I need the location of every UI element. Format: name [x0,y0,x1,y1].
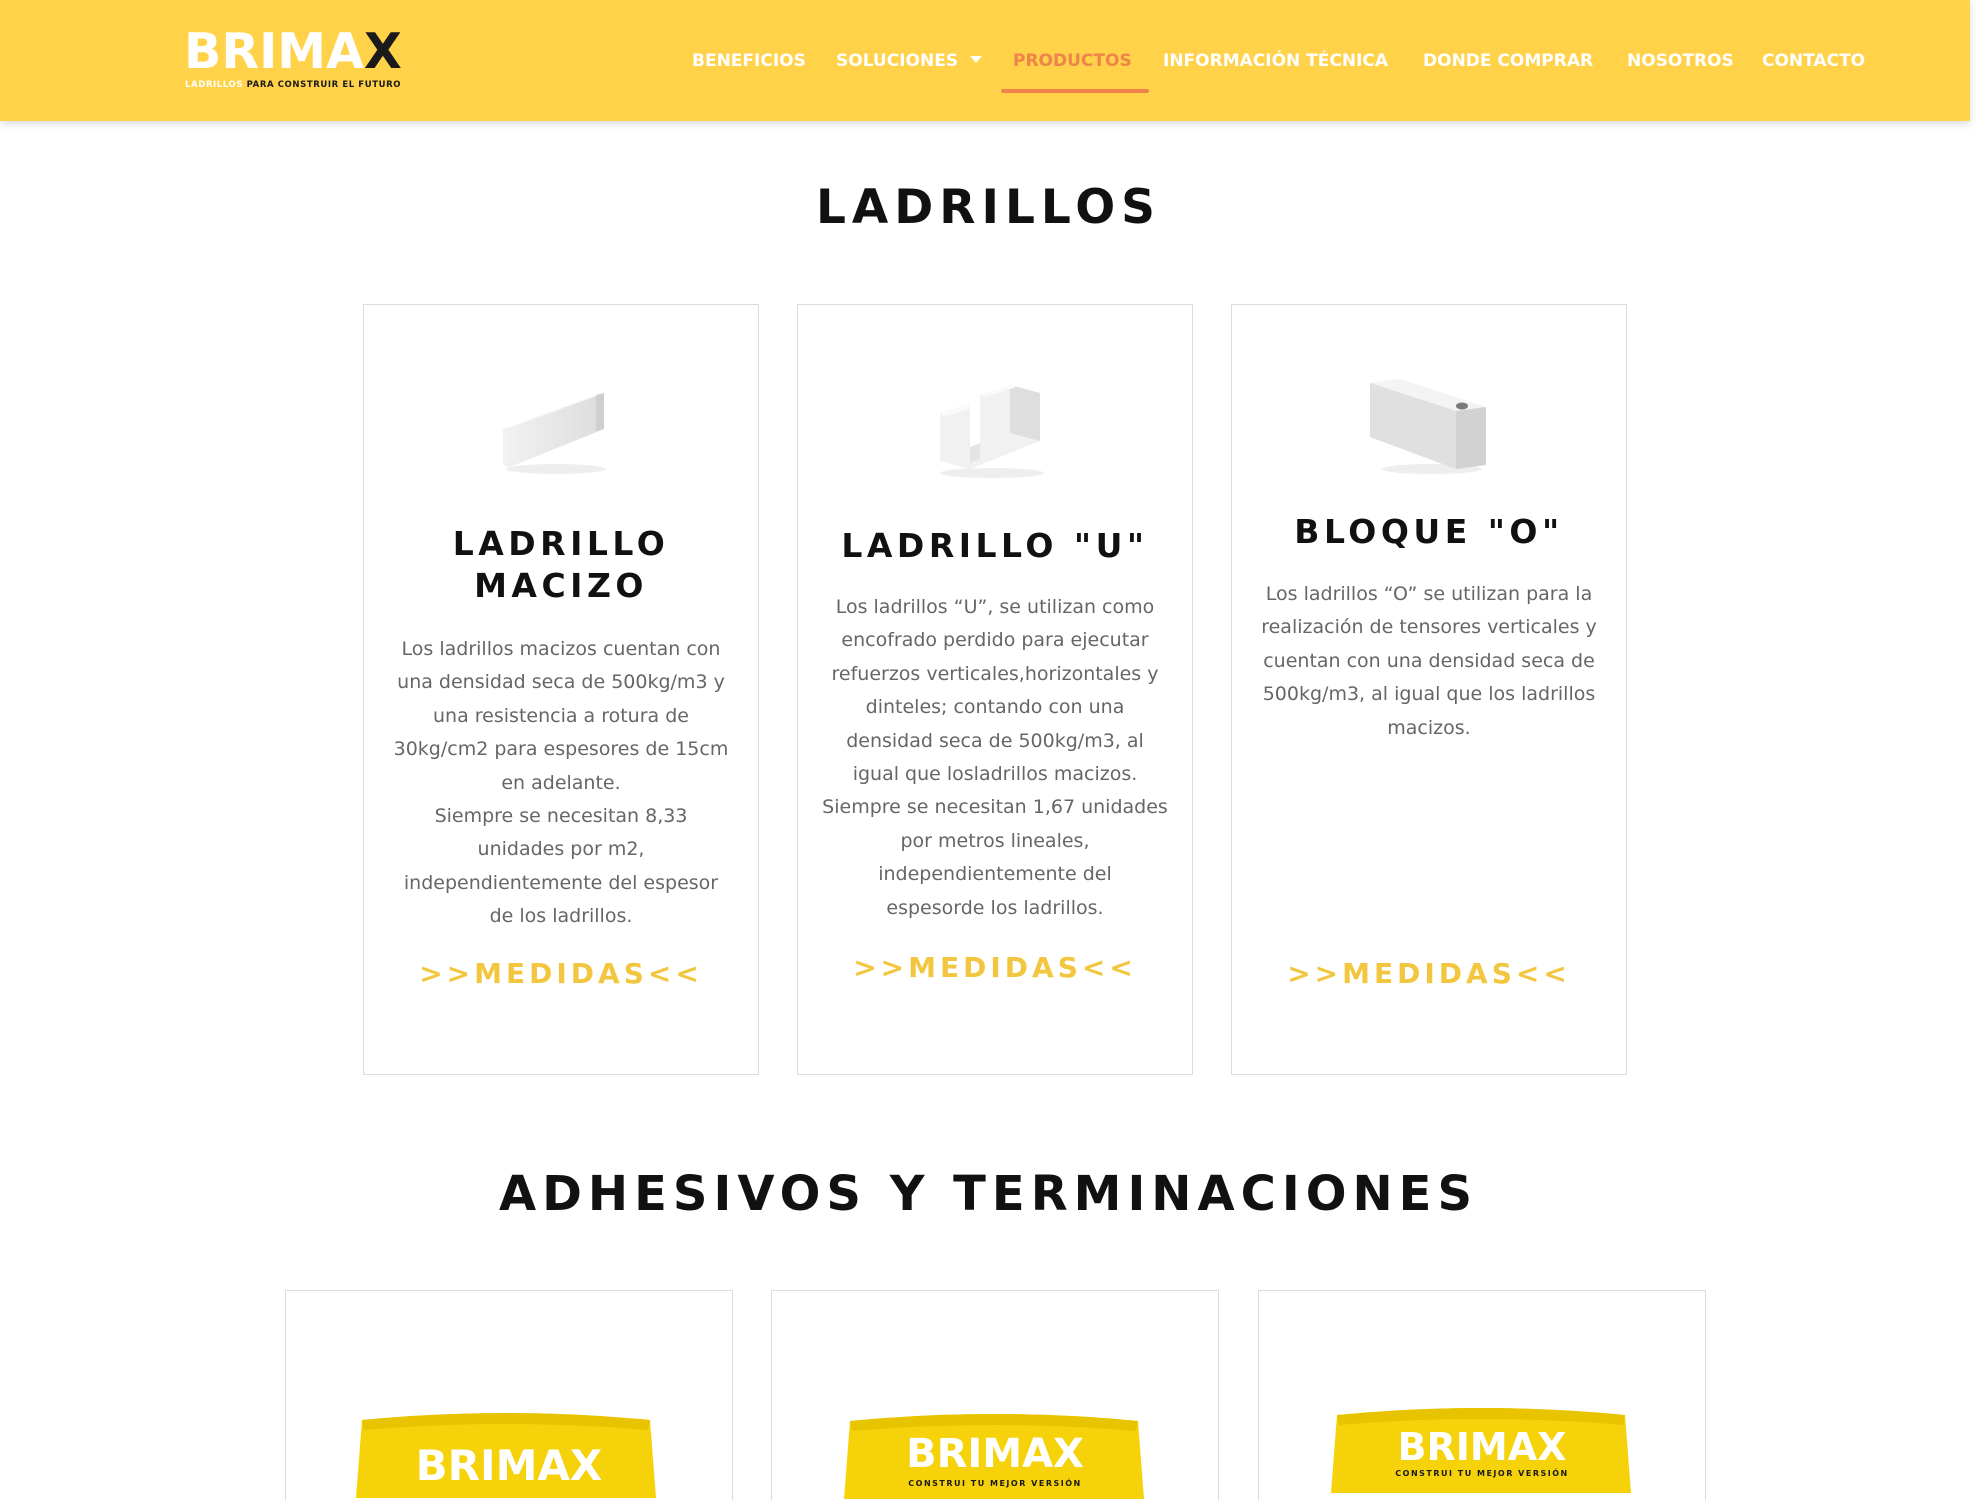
desc-line: una densidad seca de 500kg/m3 y [397,671,725,694]
logo-tagline: PARA CONSTRUIR EL FUTURO [243,80,402,90]
desc-line: igual que losladrillos macizos. [852,763,1138,786]
card-title: BLOQUE "O" [1294,512,1564,551]
card-description: Los ladrillos macizos cuentan con una de… [384,633,738,934]
nav-item-donde-comprar[interactable]: DONDE COMPRAR [1423,50,1593,72]
bag-tagline: CONSTRUI TU MEJOR VERSIÓN [1395,1469,1569,1478]
medidas-link[interactable]: >>MEDIDAS<< [1232,957,1626,990]
nav-item-contacto[interactable]: CONTACTO [1762,50,1865,72]
nav-item-soluciones-label: SOLUCIONES [836,51,959,71]
desc-line: refuerzos verticales,horizontales y [831,662,1159,685]
desc-line: por metros lineales, [900,829,1090,852]
chevron-down-icon [970,55,983,63]
site-header: BRIMAX LADRILLOS PARA CONSTRUIR EL FUTUR… [0,0,1970,121]
desc-line: cuentan con una densidad seca de [1263,649,1595,672]
card-title: LADRILLO MACIZO [364,523,758,607]
bloque-o-image [1370,379,1486,474]
desc-line: Siempre se necesitan 1,67 unidades [822,796,1168,819]
ladrillo-macizo-image [503,393,606,474]
desc-line: unidades por m2, [477,838,645,861]
desc-line: Siempre se necesitan 8,33 [434,805,688,828]
desc-line: dinteles; contando con una [865,696,1125,719]
nav-item-informacion-tecnica[interactable]: INFORMACIÓN TÉCNICA [1163,50,1388,72]
section-title-adhesivos: ADHESIVOS Y TERMINACIONES [498,1166,1479,1222]
bag-tagline: CONSTRUI TU MEJOR VERSIÓN [908,1479,1082,1488]
desc-line: Los ladrillos “U”, se utilizan como [835,596,1155,618]
main-nav: BENEFICIOS SOLUCIONES PRODUCTOS INFORMAC… [0,50,1970,74]
desc-line: en adelante. [501,771,621,794]
desc-line: densidad seca de 500kg/m3, al [846,729,1144,752]
bag-brand-label: BRIMAX [1397,1425,1567,1469]
ladrillo-u-image [940,385,1044,478]
desc-line: espesorde los ladrillos. [886,896,1104,919]
card-title-line1: LADRILLO [452,524,670,563]
card-title: LADRILLO "U" [841,526,1149,565]
desc-line: realización de tensores verticales y [1261,616,1597,639]
card-description: Los ladrillos “U”, se utilizan como enco… [818,591,1172,925]
section-title-ladrillos: LADRILLOS [815,180,1162,235]
desc-line: independientemente del espesor [403,871,719,894]
product-card-ladrillo-macizo: LADRILLO MACIZO Los ladrillos macizos cu… [363,304,759,1075]
nav-item-soluciones[interactable]: SOLUCIONES [836,50,983,72]
desc-line: encofrado perdido para ejecutar [841,629,1149,652]
product-card-ladrillo-u: LADRILLO "U" Los ladrillos “U”, se utili… [797,304,1193,1075]
desc-line: macizos. [1387,716,1471,739]
adhesivo-card-2: BRIMAX CONSTRUI TU MEJOR VERSIÓN [771,1290,1219,1500]
desc-line: de los ladrillos. [489,905,633,928]
card-title-line2: MACIZO [474,566,648,605]
nav-item-productos[interactable]: PRODUCTOS [1013,50,1132,72]
logo-tagline-prefix: LADRILLOS [185,80,244,90]
desc-line: Los ladrillos macizos cuentan con [401,638,721,660]
active-nav-indicator [1001,89,1149,93]
nav-item-nosotros[interactable]: NOSOTROS [1627,50,1734,72]
desc-line: 30kg/cm2 para espesores de 15cm [393,738,729,761]
medidas-link[interactable]: >>MEDIDAS<< [364,957,758,990]
nav-item-beneficios[interactable]: BENEFICIOS [692,50,806,72]
bag-brand-label: BRIMAX [906,1431,1084,1477]
desc-line: 500kg/m3, al igual que los ladrillos [1262,683,1596,706]
desc-line: Los ladrillos “O” se utilizan para la [1265,583,1593,605]
desc-line: una resistencia a rotura de [433,704,689,727]
desc-line: independientemente del [878,863,1112,886]
adhesivo-card-1: BRIMAX [285,1290,733,1500]
product-card-bloque-o: BLOQUE "O" Los ladrillos “O” se utilizan… [1231,304,1627,1075]
medidas-link[interactable]: >>MEDIDAS<< [798,951,1192,984]
adhesivo-card-3: BRIMAX CONSTRUI TU MEJOR VERSIÓN [1258,1290,1706,1500]
card-description: Los ladrillos “O” se utilizan para la re… [1252,578,1606,745]
